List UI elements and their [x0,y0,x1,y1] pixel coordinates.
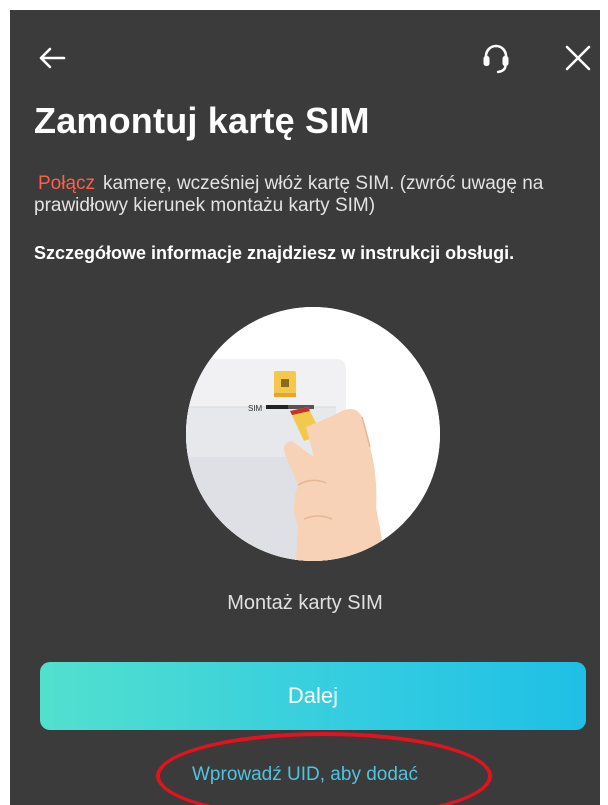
instruction-text: Połącz kamerę, wcześniej włóż kartę SIM. … [34,173,594,217]
sim-slot-label: SIM [248,404,263,413]
close-button[interactable] [558,38,598,78]
connect-highlight: Połącz [38,173,96,194]
manual-note: Szczegółowe informacje znajdziesz w inst… [34,243,515,263]
support-button[interactable] [476,38,516,78]
app-screen: Zamontuj kartę SIM Połącz kamerę, wcześni… [10,10,600,805]
arrow-left-icon [39,47,66,69]
headset-icon [483,44,509,74]
instruction-body: kamerę, wcześniej włóż kartę SIM. (zwróć… [34,173,544,216]
back-button[interactable] [32,38,72,78]
page-title: Zamontuj kartę SIM [34,100,370,141]
enter-uid-link[interactable]: Wprowadź UID, aby dodać [10,764,600,786]
next-button[interactable]: Dalej [40,662,586,730]
close-icon [565,45,591,71]
sim-illustration: SIM [186,307,440,561]
illustration-caption: Montaż karty SIM [227,592,383,614]
